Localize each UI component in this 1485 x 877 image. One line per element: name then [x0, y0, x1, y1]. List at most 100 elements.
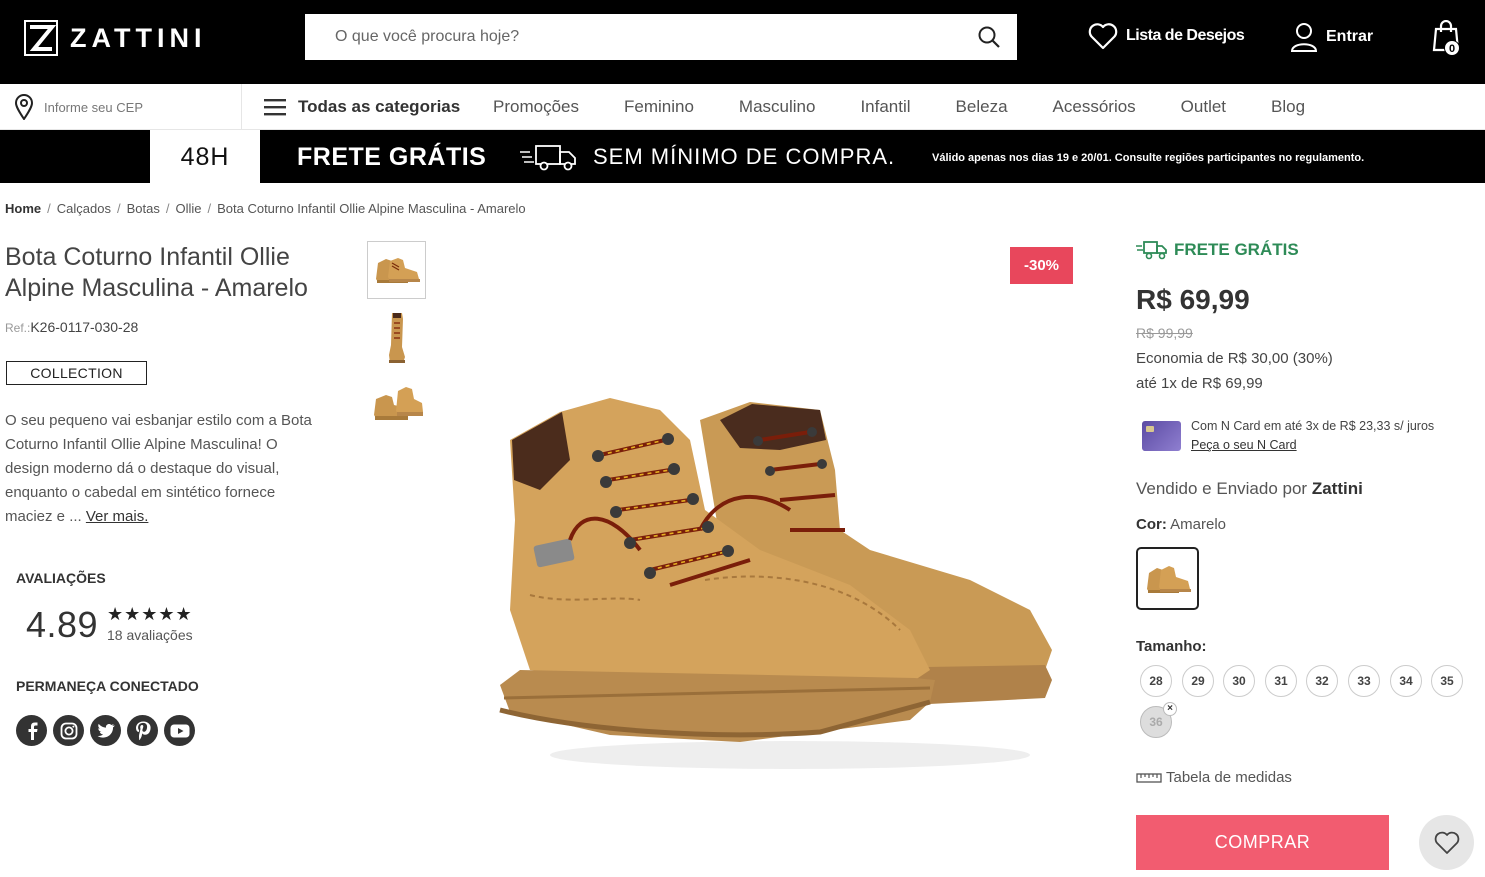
logo-text: ZATTINI	[70, 22, 207, 53]
cep-placeholder: Informe seu CEP	[44, 99, 143, 115]
size-option-32[interactable]: 32	[1306, 665, 1338, 697]
breadcrumb-botas[interactable]: Botas	[127, 201, 160, 216]
wishlist-link[interactable]: Lista de Desejos	[1088, 22, 1245, 50]
ncard-link[interactable]: Peça o seu N Card	[1191, 438, 1297, 452]
nav-link-promocoes[interactable]: Promoções	[493, 97, 579, 117]
top-header: ZATTINI Lista de Desejos Entrar 0	[0, 0, 1485, 84]
login-label: Entrar	[1326, 28, 1374, 45]
size-option-31[interactable]: 31	[1265, 665, 1297, 697]
search-input[interactable]	[305, 14, 955, 60]
nav-bar: Informe seu CEP Todas as categorias Prom…	[0, 84, 1485, 130]
promo-headline: FRETE GRÁTIS	[297, 143, 487, 171]
size-option-33[interactable]: 33	[1348, 665, 1380, 697]
boot-pair-thumbnail-image	[375, 258, 420, 283]
breadcrumb-home[interactable]: Home	[5, 201, 41, 216]
reviews-heading: AVALIAÇÕES	[16, 570, 106, 586]
unavailable-x-icon: ×	[1163, 702, 1177, 716]
product-description: O seu pequeno vai esbanjar estilo com a …	[5, 409, 315, 529]
pinterest-icon[interactable]	[127, 715, 158, 746]
buy-button[interactable]: COMPRAR	[1136, 815, 1389, 870]
all-categories-label: Todas as categorias	[298, 97, 461, 116]
description-text: O seu pequeno vai esbanjar estilo com a …	[5, 412, 312, 525]
login-link[interactable]: Entrar	[1290, 22, 1373, 52]
old-price: R$ 99,99	[1136, 325, 1193, 341]
see-more-link[interactable]: Ver mais.	[86, 508, 149, 525]
size-option-30[interactable]: 30	[1223, 665, 1255, 697]
boot-swatch-image	[1146, 565, 1191, 593]
boot-back-thumbnail-image	[373, 387, 423, 420]
size-label: Tamanho:	[1136, 638, 1207, 655]
thumbnail-back[interactable]	[367, 374, 426, 432]
twitter-icon[interactable]	[90, 715, 121, 746]
promo-48h-badge: 48H	[150, 130, 260, 183]
seller-info: Vendido e Enviado por Zattini	[1136, 479, 1363, 499]
nav-link-acessorios[interactable]: Acessórios	[1053, 97, 1136, 117]
promo-banner[interactable]: 48H FRETE GRÁTIS SEM MÍNIMO DE COMPRA. V…	[0, 130, 1485, 183]
current-price: R$ 69,99	[1136, 284, 1250, 315]
heart-outline-icon	[1434, 831, 1459, 854]
free-shipping-text: FRETE GRÁTIS	[1174, 240, 1299, 259]
boot-side-thumbnail-image	[388, 313, 405, 363]
size-option-35[interactable]: 35	[1431, 665, 1463, 697]
wishlist-label: Lista de Desejos	[1126, 27, 1245, 44]
nav-link-blog[interactable]: Blog	[1271, 97, 1305, 117]
hamburger-menu-icon	[264, 99, 286, 116]
size-option-28[interactable]: 28	[1140, 665, 1172, 697]
ncard-offer: Com N Card em até 3x de R$ 23,33 s/ juro…	[1142, 417, 1434, 455]
seller-name[interactable]: Zattini	[1312, 479, 1363, 498]
user-icon	[1290, 23, 1318, 52]
nav-link-beleza[interactable]: Beleza	[956, 97, 1008, 117]
installments-text: até 1x de R$ 69,99	[1136, 375, 1263, 392]
free-shipping-label: FRETE GRÁTIS	[1136, 240, 1299, 260]
product-main-image[interactable]	[490, 380, 1060, 780]
product-title: Bota Coturno Infantil Ollie Alpine Mascu…	[5, 243, 308, 302]
collection-tag[interactable]: COLLECTION	[6, 361, 147, 385]
nav-link-feminino[interactable]: Feminino	[624, 97, 694, 117]
logo[interactable]: ZATTINI	[24, 20, 206, 56]
breadcrumb-ollie[interactable]: Ollie	[175, 201, 201, 216]
social-links	[16, 715, 195, 746]
size-option-29[interactable]: 29	[1182, 665, 1214, 697]
color-swatch-amarelo[interactable]	[1136, 547, 1199, 610]
discount-badge: -30%	[1010, 247, 1073, 284]
heart-icon	[1088, 23, 1118, 50]
star-rating: ★★★★★	[107, 604, 193, 624]
promo-subline: SEM MÍNIMO DE COMPRA.	[593, 144, 896, 169]
nav-link-outlet[interactable]: Outlet	[1181, 97, 1226, 117]
search-icon[interactable]	[977, 25, 1001, 49]
nav-link-masculino[interactable]: Masculino	[739, 97, 816, 117]
social-heading: PERMANEÇA CONECTADO	[16, 678, 199, 694]
size-option-34[interactable]: 34	[1390, 665, 1422, 697]
promo-note: Válido apenas nos dias 19 e 20/01. Consu…	[932, 152, 1365, 164]
all-categories-menu[interactable]: Todas as categorias	[264, 84, 460, 130]
color-label-key: Cor:	[1136, 516, 1167, 533]
delivery-truck-icon	[520, 145, 576, 171]
color-value: Amarelo	[1170, 516, 1227, 533]
thumbnail-side[interactable]	[367, 308, 426, 366]
ref-value: K26-0117-030-28	[30, 319, 139, 335]
cart-count-badge: 0	[1444, 40, 1460, 56]
size-chart-link[interactable]: Tabela de medidas	[1136, 769, 1292, 786]
instagram-icon[interactable]	[53, 715, 84, 746]
review-count[interactable]: 18 avaliações	[107, 627, 193, 643]
facebook-icon[interactable]	[16, 715, 47, 746]
youtube-icon[interactable]	[164, 715, 195, 746]
search-bar	[305, 14, 1017, 60]
ref-label: Ref.:	[5, 321, 31, 335]
cart-button[interactable]: 0	[1432, 19, 1464, 60]
nav-links: Promoções Feminino Masculino Infantil Be…	[493, 84, 1350, 130]
floating-wishlist-button[interactable]	[1419, 815, 1474, 870]
nav-link-infantil[interactable]: Infantil	[860, 97, 910, 117]
savings-text: Economia de R$ 30,00 (30%)	[1136, 350, 1333, 367]
thumbnail-pair[interactable]	[367, 241, 426, 299]
seller-prefix: Vendido e Enviado por	[1136, 479, 1308, 498]
zattini-logo-icon	[24, 20, 58, 56]
product-ref: Ref.:K26-0117-030-28	[5, 319, 138, 335]
color-label: Cor: Amarelo	[1136, 516, 1226, 533]
truck-icon	[1136, 241, 1167, 260]
map-pin-icon	[14, 94, 34, 120]
size-chart-label: Tabela de medidas	[1166, 769, 1292, 786]
review-score: 4.89	[26, 604, 99, 645]
cep-input[interactable]: Informe seu CEP	[0, 84, 242, 130]
breadcrumb-calcados[interactable]: Calçados	[57, 201, 111, 216]
